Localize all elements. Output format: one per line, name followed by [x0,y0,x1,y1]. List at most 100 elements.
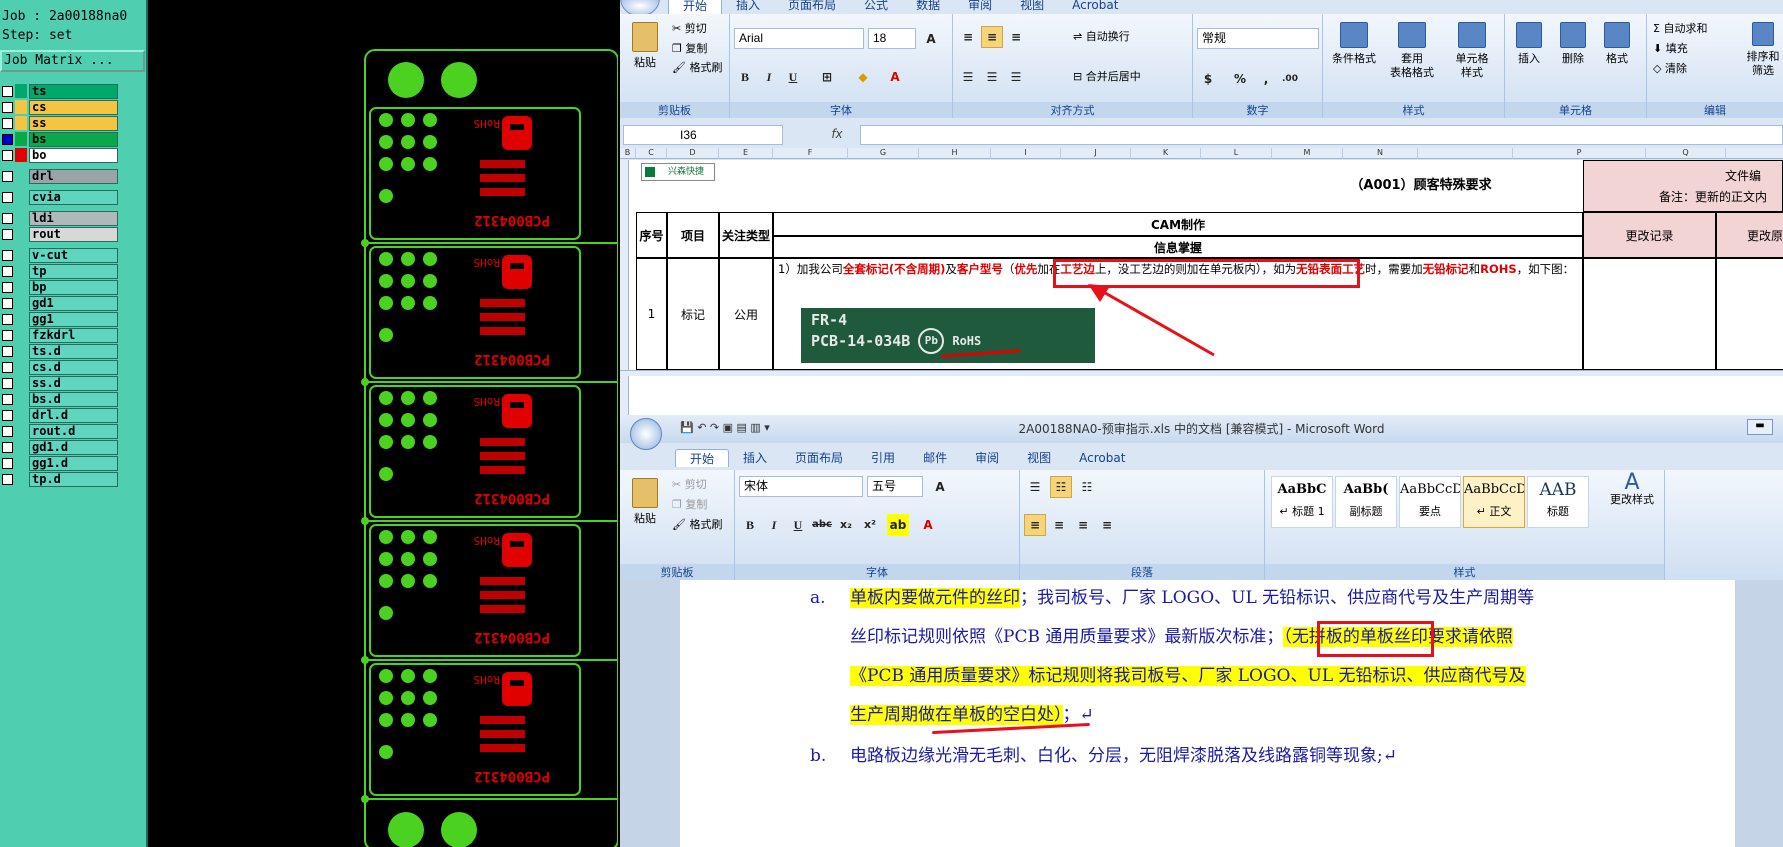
word-tab-5[interactable]: 审阅 [961,449,1013,467]
grow-font-button[interactable]: A [920,28,942,50]
column-header[interactable] [1418,148,1513,159]
style-1[interactable]: AaBb(副标题 [1335,476,1397,528]
word-bold-button[interactable]: B [739,514,761,536]
layer-checkbox[interactable] [2,133,13,145]
word-tab-0[interactable]: 开始 [675,449,730,467]
cam-board-view[interactable]: RoHS PCB004312 RoHS PCB004312 RoHS PCB004312 R… [150,0,619,847]
layer-checkbox[interactable] [2,281,13,293]
column-header[interactable]: I [991,148,1061,159]
bold-button[interactable]: B [734,66,756,88]
insert-cells-button[interactable]: 插入 [1511,22,1547,66]
minimize-button[interactable]: ▬ [1747,419,1773,435]
layer-row-fzkdrl[interactable]: fzkdrl [0,327,118,343]
column-header[interactable]: M [1272,148,1343,159]
layer-row-bs.d[interactable]: bs.d [0,391,118,407]
layer-row-bo[interactable]: bo [0,147,118,163]
subscript-button[interactable]: x₂ [835,514,857,536]
layer-checkbox[interactable] [2,228,13,240]
word-italic-button[interactable]: I [763,514,785,536]
word-font-name-select[interactable]: 宋体 [739,476,863,497]
change-record-cell[interactable] [1583,258,1716,370]
layer-row-cs[interactable]: cs [0,99,118,115]
style-4[interactable]: AAB 标题 [1527,476,1589,528]
layer-checkbox[interactable] [2,329,13,341]
italic-button[interactable]: I [758,66,780,88]
layer-checkbox[interactable] [2,361,13,373]
layer-row-drl.d[interactable]: drl.d [0,407,118,423]
insert-function-button[interactable]: fx [826,124,848,145]
layer-row-gd1.d[interactable]: gd1.d [0,439,118,455]
bullets-button[interactable]: ☰ [1024,476,1046,498]
layer-row-ss[interactable]: ss [0,115,118,131]
word-format-painter-button[interactable]: 🖌 格式刷 [672,518,722,532]
column-header[interactable]: L [1201,148,1272,159]
column-header[interactable]: E [719,148,773,159]
column-header[interactable]: P [1513,148,1646,159]
delete-cells-button[interactable]: 删除 [1555,22,1591,66]
layer-checkbox[interactable] [2,393,13,405]
layer-row-cs.d[interactable]: cs.d [0,359,118,375]
cell-style-button[interactable]: 单元格 样式 [1445,22,1499,80]
excel-tab-0[interactable]: 开始 [668,0,723,14]
word-copy-button[interactable]: ❐ 复制 [672,498,707,512]
layer-row-bp[interactable]: bp [0,279,118,295]
wrap-text-button[interactable]: ⇌ 自动换行 [1073,30,1130,44]
align-top-button[interactable]: ≡ [957,26,979,48]
word-grow-font-button[interactable]: A [929,476,951,498]
layer-row-ss.d[interactable]: ss.d [0,375,118,391]
font-color-button[interactable]: A [884,66,906,88]
style-0[interactable]: AaBbC ↵ 标题 1 [1271,476,1333,528]
paste-button[interactable]: 粘贴 [628,22,662,70]
merge-center-button[interactable]: ⊟ 合并后居中 [1073,70,1141,84]
excel-tab-6[interactable]: 视图 [1006,0,1058,14]
column-header[interactable]: Q [1646,148,1726,159]
excel-tab-5[interactable]: 审阅 [954,0,1006,14]
style-2[interactable]: AaBbCcD 要点 [1399,476,1461,528]
currency-button[interactable]: $ [1197,68,1219,90]
column-header[interactable]: N [1343,148,1418,159]
layer-checkbox[interactable] [2,409,13,421]
align-middle-button[interactable]: ≡ [981,26,1003,48]
table-format-button[interactable]: 套用 表格格式 [1385,22,1439,80]
column-header[interactable]: G [848,148,919,159]
layer-checkbox[interactable] [2,149,13,161]
align-left-button[interactable]: ☰ [957,66,979,88]
word-tab-4[interactable]: 邮件 [909,449,961,467]
formula-bar[interactable] [860,125,1783,145]
excel-tab-3[interactable]: 公式 [850,0,902,14]
job-matrix-button[interactable]: Job Matrix ... [0,50,145,72]
align-right-button[interactable]: ☰ [1005,66,1027,88]
layer-checkbox[interactable] [2,425,13,437]
layer-row-tp[interactable]: tp [0,263,118,279]
layer-row-bs[interactable]: bs [0,131,118,147]
number-format-select[interactable]: 常规 [1197,28,1319,49]
conditional-format-button[interactable]: 条件格式 [1329,22,1379,66]
fill-button[interactable]: ⬇ 填充 [1653,42,1688,56]
superscript-button[interactable]: x² [859,514,881,536]
word-font-color-button[interactable]: A [917,514,939,536]
word-underline-button[interactable]: U [787,514,809,536]
increase-decimal-button[interactable]: .00 [1279,68,1301,90]
excel-tab-1[interactable]: 插入 [722,0,774,14]
word-tab-6[interactable]: 视图 [1013,449,1065,467]
layer-checkbox[interactable] [2,473,13,485]
layer-row-gg1.d[interactable]: gg1.d [0,455,118,471]
layer-checkbox[interactable] [2,265,13,277]
layer-row-v-cut[interactable]: v-cut [0,247,118,263]
layer-row-rout[interactable]: rout [0,226,118,242]
numbering-button[interactable]: ☷ [1050,476,1072,498]
clear-button[interactable]: ◇ 清除 [1653,62,1687,76]
name-box[interactable]: I36 [623,125,783,145]
layer-row-rout.d[interactable]: rout.d [0,423,118,439]
align-bottom-button[interactable]: ≡ [1005,26,1027,48]
layer-row-cvia[interactable]: cvia [0,189,118,205]
excel-tab-2[interactable]: 页面布局 [774,0,850,14]
layer-checkbox[interactable] [2,313,13,325]
word-paste-button[interactable]: 粘贴 [628,478,662,526]
column-header[interactable]: K [1131,148,1201,159]
layer-checkbox[interactable] [2,117,13,129]
highlight-button[interactable]: ab [887,514,909,536]
style-3[interactable]: AaBbCcD(↵ 正文 [1463,476,1525,528]
excel-tab-4[interactable]: 数据 [902,0,954,14]
layer-row-ldi[interactable]: ldi [0,210,118,226]
